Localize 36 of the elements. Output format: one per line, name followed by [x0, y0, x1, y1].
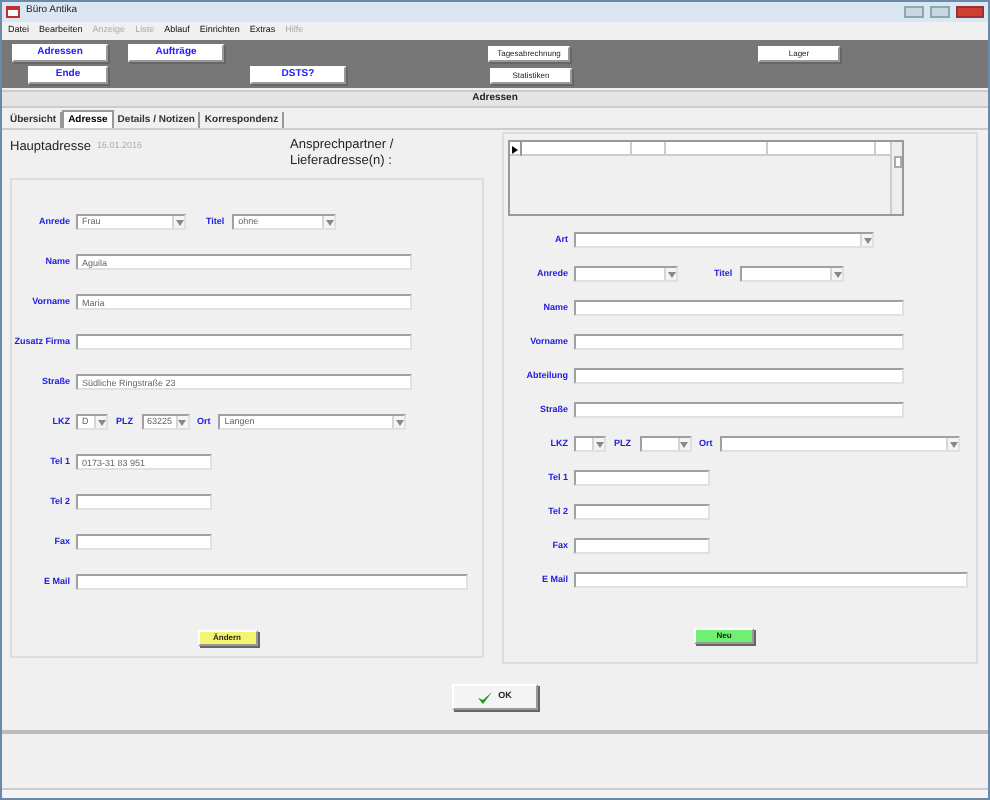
dropdown-caret-icon[interactable] — [860, 234, 872, 246]
dropdown-field[interactable] — [740, 266, 845, 282]
input-field[interactable] — [574, 402, 904, 418]
dropdown-caret-icon[interactable] — [94, 416, 106, 428]
row-marker-icon — [512, 145, 518, 153]
dropdown-caret-icon[interactable] — [592, 438, 604, 450]
input-field[interactable] — [76, 534, 212, 550]
minimize-button[interactable] — [904, 6, 924, 18]
input-field[interactable] — [76, 334, 412, 350]
dropdown-field[interactable] — [574, 436, 606, 452]
checkmark-icon — [478, 691, 493, 703]
input-field[interactable] — [574, 504, 710, 520]
maximize-button[interactable] — [930, 6, 950, 18]
input-field[interactable] — [574, 470, 710, 486]
input-field[interactable] — [574, 334, 904, 350]
input-field[interactable] — [574, 368, 904, 384]
dropdown-caret-icon[interactable] — [664, 268, 676, 280]
input-field[interactable] — [574, 572, 968, 588]
dropdown-caret-icon[interactable] — [322, 216, 335, 228]
dropdown-caret-icon[interactable] — [677, 438, 689, 450]
app-icon — [6, 6, 20, 18]
dropdown-field[interactable] — [574, 266, 678, 282]
input-field[interactable] — [76, 494, 212, 510]
input-field[interactable] — [574, 300, 904, 316]
dropdown-caret-icon[interactable] — [946, 438, 959, 450]
dropdown-caret-icon[interactable] — [830, 268, 843, 280]
close-button[interactable] — [956, 6, 984, 18]
dropdown-caret-icon[interactable] — [392, 416, 405, 428]
dropdown-caret-icon[interactable] — [175, 416, 187, 428]
dropdown-caret-icon[interactable] — [172, 216, 184, 228]
dropdown-field[interactable] — [639, 436, 691, 452]
dropdown-field[interactable] — [574, 232, 874, 248]
dropdown-field[interactable] — [720, 436, 961, 452]
input-field[interactable] — [76, 574, 468, 590]
scrollbar[interactable] — [890, 142, 902, 214]
input-field[interactable] — [574, 538, 710, 554]
